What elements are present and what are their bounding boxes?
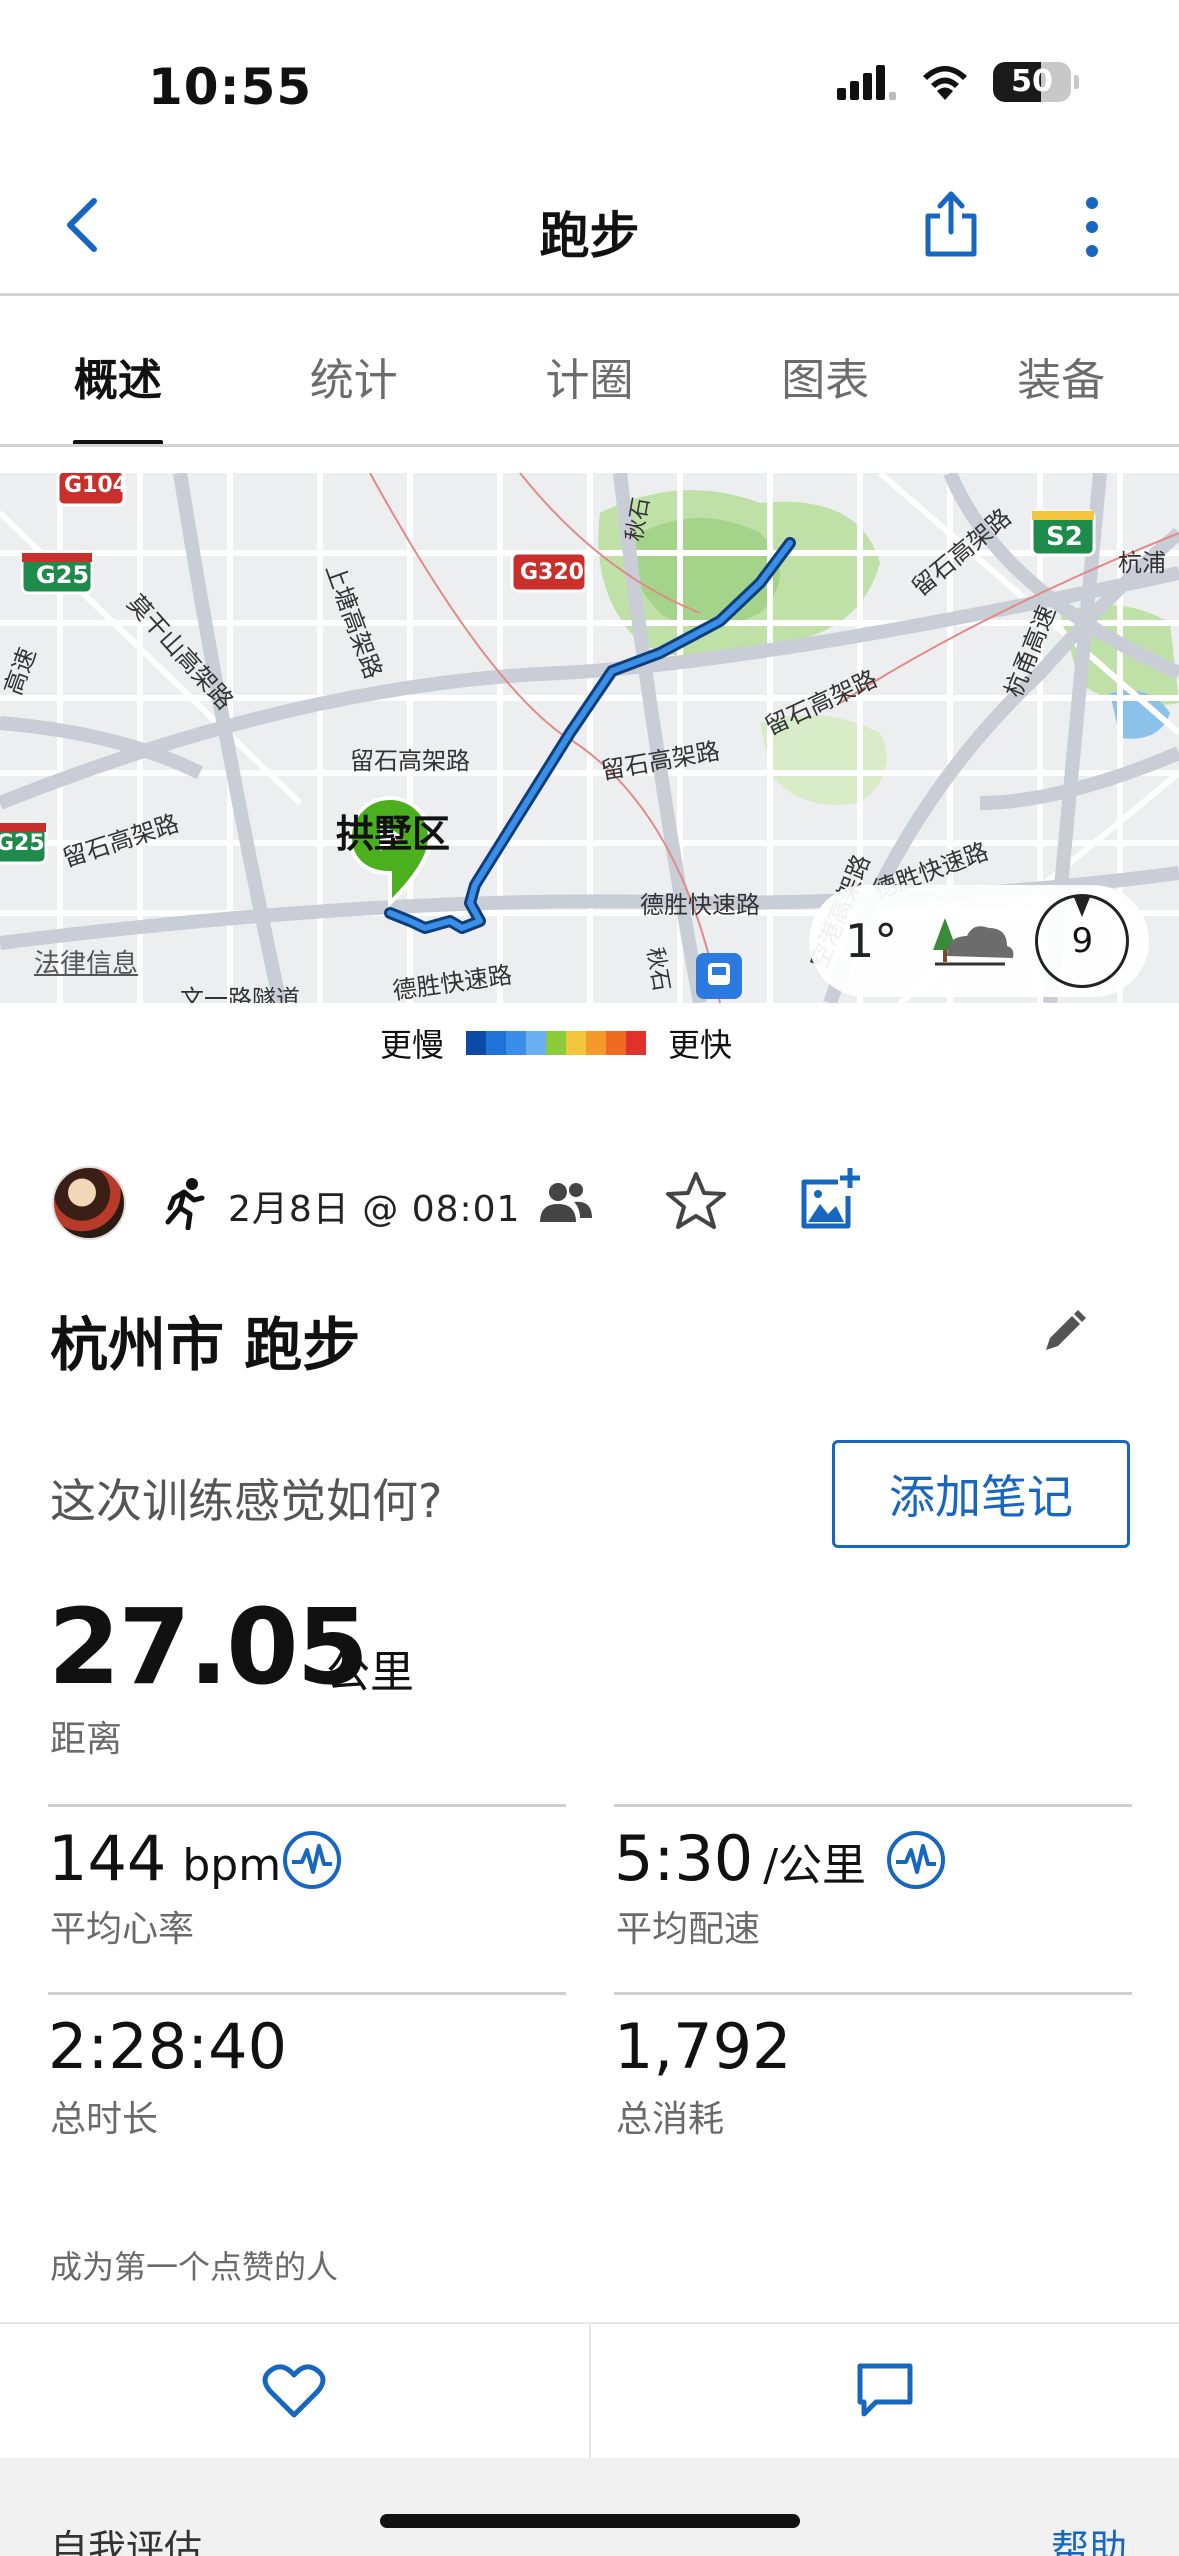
like-prompt: 成为第一个点赞的人: [50, 2248, 339, 2286]
avatar[interactable]: [52, 1166, 126, 1240]
cloudy-weather-icon: [933, 918, 1014, 966]
map-label: G25: [36, 561, 90, 589]
pace-color-swatch: [506, 1031, 527, 1055]
map-label: G320: [520, 560, 584, 585]
pace-color-swatch: [466, 1031, 487, 1055]
heart-icon: [262, 2364, 326, 2418]
metro-station-icon[interactable]: [696, 953, 742, 999]
calories-value: 1,792: [614, 2010, 792, 2083]
calories-label: 总消耗: [616, 2099, 725, 2140]
tabs-divider: [0, 444, 1179, 447]
map-label: S2: [1046, 522, 1083, 552]
heart-rate-value: 144: [48, 1822, 167, 1895]
duration-value: 2:28:40: [48, 2010, 288, 2083]
pace-color-swatch: [486, 1031, 507, 1055]
pace-color-swatch: [526, 1031, 547, 1055]
running-icon: [165, 1178, 205, 1230]
edit-icon[interactable]: [1040, 1308, 1088, 1356]
stat-divider: [48, 1992, 566, 1995]
home-indicator[interactable]: [380, 2514, 800, 2528]
star-icon[interactable]: [665, 1170, 727, 1232]
pace-chart-icon[interactable]: [886, 1830, 946, 1890]
feel-question: 这次训练感觉如何?: [50, 1474, 443, 1528]
pace-color-scale: [466, 1031, 647, 1055]
wind-speed-indicator: 9: [1035, 894, 1130, 988]
pace-legend: 更慢 更快: [380, 1020, 732, 1066]
legend-slower-label: 更慢: [380, 1026, 445, 1064]
stat-divider: [614, 1992, 1132, 1995]
wifi-icon: [923, 66, 967, 100]
like-button[interactable]: [0, 2324, 589, 2458]
activity-date: 2月8日 @ 08:01: [228, 1189, 521, 1230]
pace-value: 5:30: [614, 1822, 754, 1895]
comment-icon: [857, 2363, 913, 2417]
heart-rate-label: 平均心率: [50, 1909, 195, 1950]
more-options-icon[interactable]: [1082, 196, 1102, 258]
legend-faster-label: 更快: [668, 1026, 733, 1064]
duration-label: 总时长: [50, 2099, 159, 2140]
group-icon[interactable]: [538, 1178, 594, 1226]
map-label: 德胜快速路: [640, 891, 760, 919]
tab-laps[interactable]: 计圈: [472, 296, 708, 446]
heart-rate-chart-icon[interactable]: [282, 1830, 342, 1890]
map-legal-link[interactable]: 法律信息: [34, 943, 138, 980]
tab-charts[interactable]: 图表: [707, 296, 943, 446]
wind-speed-value: 9: [1071, 921, 1094, 961]
map-district-label: 拱墅区: [336, 812, 451, 856]
map-label: 文一路隧道: [180, 985, 300, 1003]
stat-divider: [614, 1804, 1132, 1807]
pace-color-swatch: [606, 1031, 627, 1055]
distance-unit: 公里: [326, 1647, 414, 1698]
pace-stat: 5:30 /公里: [614, 1822, 866, 1895]
share-icon[interactable]: [920, 188, 982, 260]
comment-button[interactable]: [591, 2324, 1179, 2458]
status-time: 10:55: [148, 58, 313, 116]
battery-level: 50: [1011, 64, 1053, 99]
add-note-button[interactable]: 添加笔记: [832, 1440, 1130, 1548]
map-label: 杭浦: [1118, 549, 1166, 577]
tab-overview[interactable]: 概述: [0, 296, 236, 446]
weather-temperature: 1°: [845, 914, 898, 968]
activity-title: 杭州市 跑步: [50, 1311, 361, 1379]
weather-widget[interactable]: 1° 9: [809, 885, 1149, 997]
help-link[interactable]: 帮助: [1051, 2518, 1127, 2556]
tab-bar: 概述 统计 计圈 图表 装备: [0, 296, 1179, 446]
distance-value: 27.05: [48, 1586, 369, 1708]
self-evaluation-label: 自我评估: [50, 2527, 203, 2556]
tab-gear[interactable]: 装备: [943, 296, 1179, 446]
status-icons: 50: [837, 62, 1079, 102]
tab-stats[interactable]: 统计: [236, 296, 472, 446]
heart-rate-unit: bpm: [182, 1840, 282, 1891]
pace-color-swatch: [566, 1031, 587, 1055]
add-photo-icon[interactable]: [798, 1166, 862, 1232]
pace-color-swatch: [586, 1031, 607, 1055]
cellular-signal-icon: [837, 65, 896, 100]
map-label: G25: [0, 831, 45, 856]
heart-rate-stat: 144 bpm: [48, 1822, 281, 1895]
page-title: 跑步: [539, 207, 640, 265]
pace-color-swatch: [546, 1031, 567, 1055]
battery-indicator: 50: [993, 62, 1071, 102]
pace-color-swatch: [626, 1031, 647, 1055]
action-bar: [0, 2322, 1179, 2458]
map-label: G104: [64, 473, 128, 498]
map-label: 留石高架路: [350, 747, 470, 775]
stat-divider: [48, 1804, 566, 1807]
distance-label: 距离: [50, 1719, 123, 1760]
pace-label: 平均配速: [616, 1909, 761, 1950]
pace-unit: /公里: [763, 1840, 867, 1891]
